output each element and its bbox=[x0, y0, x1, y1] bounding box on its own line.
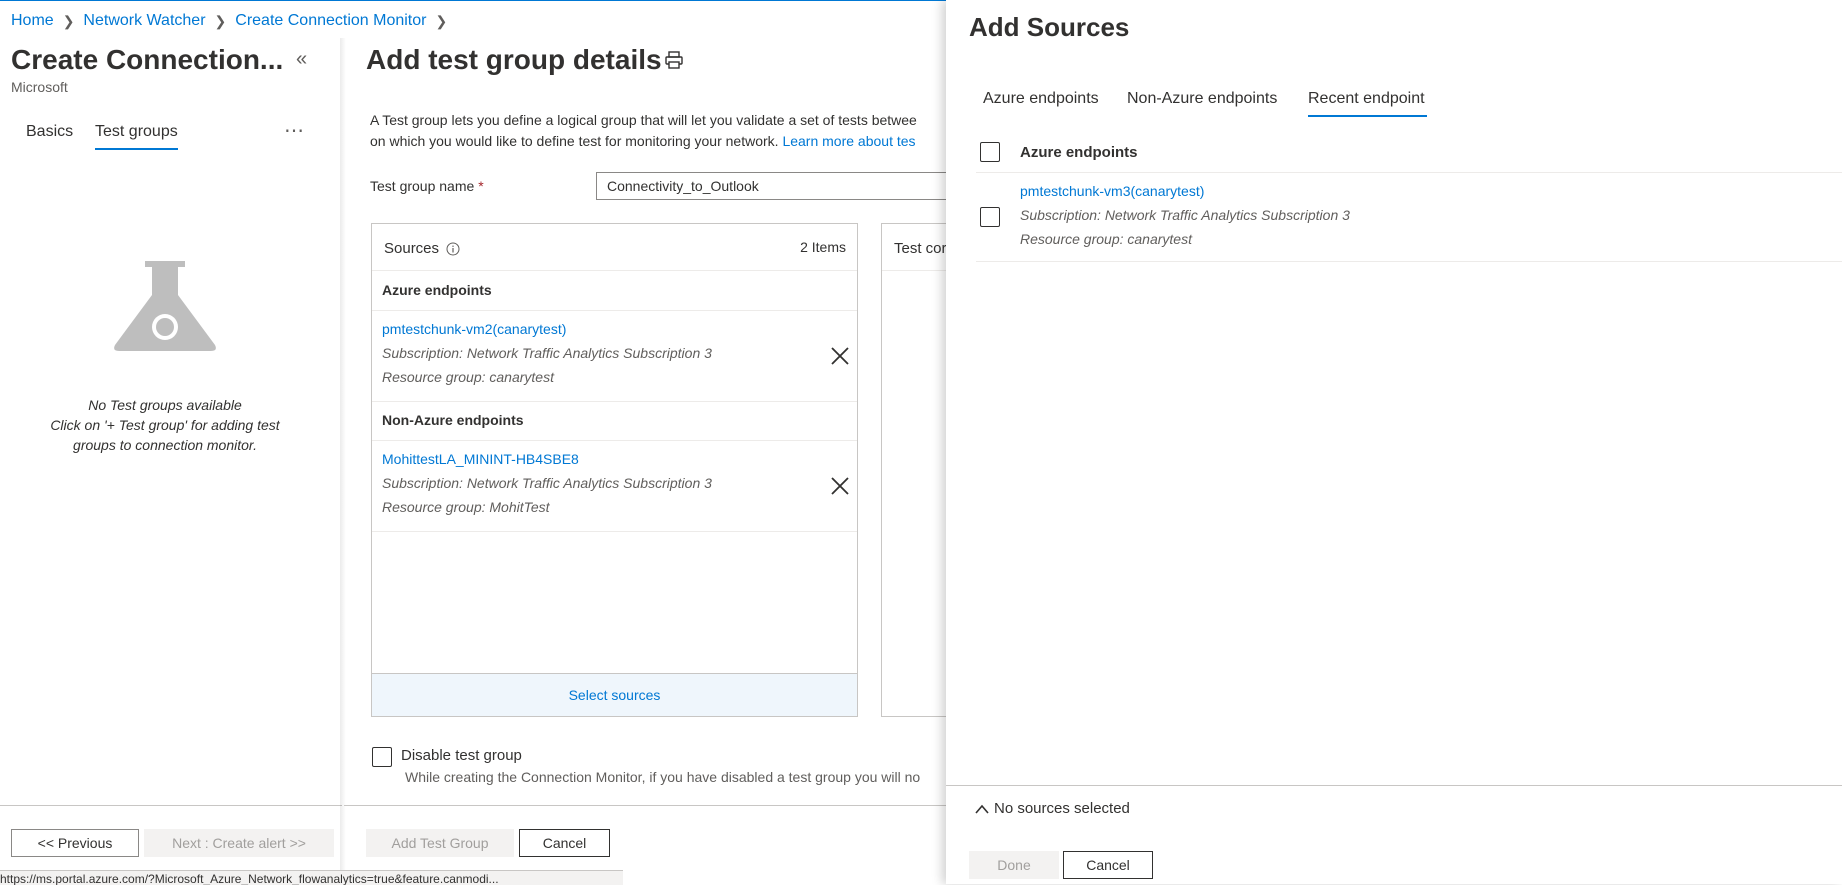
learn-more-link[interactable]: Learn more about tes bbox=[782, 133, 915, 149]
source-name-link[interactable]: pmtestchunk-vm2(canarytest) bbox=[382, 321, 566, 337]
footer-divider bbox=[0, 805, 342, 806]
empty-state-line: No Test groups available bbox=[88, 397, 242, 413]
status-bar-url: https://ms.portal.azure.com/?Microsoft_A… bbox=[0, 870, 623, 885]
breadcrumb-create-connection-monitor[interactable]: Create Connection Monitor bbox=[235, 12, 426, 30]
chevron-right-icon: ❯ bbox=[62, 12, 75, 29]
endpoint-name-link[interactable]: pmtestchunk-vm3(canarytest) bbox=[1020, 183, 1204, 199]
sources-title: Sources bbox=[384, 240, 460, 257]
breadcrumb: Home ❯ Network Watcher ❯ Create Connecti… bbox=[11, 12, 456, 30]
footer-divider bbox=[344, 805, 970, 806]
sources-card: Sources 2 Items Azure endpoints pmtestch… bbox=[371, 223, 858, 717]
description-text: on which you would like to define test f… bbox=[370, 133, 779, 149]
required-marker: * bbox=[478, 178, 484, 194]
cancel-button[interactable]: Cancel bbox=[1063, 851, 1153, 879]
info-icon[interactable] bbox=[446, 242, 460, 256]
page-title: Create Connection... bbox=[11, 44, 284, 75]
test-group-name-label-text: Test group name bbox=[370, 178, 475, 194]
tab-test-groups[interactable]: Test groups bbox=[95, 123, 178, 141]
page-subtitle: Microsoft bbox=[11, 79, 68, 95]
add-test-group-button[interactable]: Add Test Group bbox=[366, 829, 514, 857]
sources-count: 2 Items bbox=[800, 239, 846, 255]
next-create-alert-button[interactable]: Next : Create alert >> bbox=[144, 829, 334, 857]
tab-azure-endpoints[interactable]: Azure endpoints bbox=[983, 90, 1099, 108]
close-icon[interactable] bbox=[829, 345, 851, 367]
more-icon[interactable]: ⋯ bbox=[284, 118, 306, 143]
description-line: A Test group lets you define a logical g… bbox=[370, 112, 917, 128]
select-all-checkbox[interactable] bbox=[980, 142, 1000, 162]
disable-test-group-help: While creating the Connection Monitor, i… bbox=[405, 769, 921, 785]
test-group-name-label: Test group name * bbox=[370, 178, 484, 194]
empty-state-line: Click on '+ Test group' for adding test bbox=[50, 417, 280, 433]
blade-title: Add test group details bbox=[366, 44, 662, 75]
close-icon[interactable] bbox=[829, 475, 851, 497]
breadcrumb-home[interactable]: Home bbox=[11, 12, 54, 30]
source-subscription: Subscription: Network Traffic Analytics … bbox=[382, 345, 712, 361]
sources-card-header: Sources 2 Items bbox=[372, 224, 857, 271]
description-line-2: on which you would like to define test f… bbox=[370, 131, 950, 152]
list-item: pmtestchunk-vm2(canarytest) Subscription… bbox=[372, 310, 857, 402]
disable-test-group-checkbox[interactable] bbox=[372, 747, 392, 767]
item-checkbox[interactable] bbox=[980, 207, 1000, 227]
description: A Test group lets you define a logical g… bbox=[370, 110, 950, 152]
list-item: pmtestchunk-vm3(canarytest) Subscription… bbox=[976, 173, 1842, 262]
done-button[interactable]: Done bbox=[969, 851, 1059, 879]
list-header: Azure endpoints bbox=[976, 142, 1842, 173]
select-sources-button[interactable]: Select sources bbox=[372, 673, 857, 716]
chevron-up-icon bbox=[975, 804, 989, 814]
previous-button[interactable]: << Previous bbox=[11, 829, 139, 857]
empty-state-line: groups to connection monitor. bbox=[73, 437, 257, 453]
active-tab-indicator bbox=[1308, 115, 1427, 117]
breadcrumb-network-watcher[interactable]: Network Watcher bbox=[83, 12, 205, 30]
endpoint-resource-group: Resource group: canarytest bbox=[1020, 231, 1192, 247]
chevron-right-icon: ❯ bbox=[435, 12, 448, 29]
add-sources-panel: Add Sources Azure endpoints Non-Azure en… bbox=[946, 0, 1842, 884]
test-configurations-title: Test cor bbox=[894, 240, 947, 257]
tab-basics[interactable]: Basics bbox=[26, 123, 73, 141]
test-group-name-input[interactable] bbox=[596, 172, 976, 200]
flask-icon bbox=[114, 261, 216, 351]
source-resource-group: Resource group: MohitTest bbox=[382, 499, 550, 515]
footer-divider bbox=[946, 785, 1842, 786]
source-subscription: Subscription: Network Traffic Analytics … bbox=[382, 475, 712, 491]
empty-state: No Test groups available Click on '+ Tes… bbox=[30, 395, 300, 455]
tab-recent-endpoint[interactable]: Recent endpoint bbox=[1308, 90, 1425, 108]
active-tab-indicator bbox=[95, 148, 178, 150]
selection-summary-text: No sources selected bbox=[994, 800, 1130, 817]
selection-summary-toggle[interactable]: No sources selected bbox=[974, 800, 1130, 817]
tab-non-azure-endpoints[interactable]: Non-Azure endpoints bbox=[1127, 90, 1277, 108]
source-name-link[interactable]: MohittestLA_MININT-HB4SBE8 bbox=[382, 451, 579, 467]
disable-test-group-label: Disable test group bbox=[401, 747, 522, 764]
panel-title: Add Sources bbox=[969, 12, 1130, 42]
endpoint-subscription: Subscription: Network Traffic Analytics … bbox=[1020, 207, 1350, 223]
blade-separator bbox=[340, 38, 346, 884]
collapse-icon[interactable]: « bbox=[296, 48, 307, 71]
list-item: MohittestLA_MININT-HB4SBE8 Subscription:… bbox=[372, 440, 857, 532]
group-heading-azure: Azure endpoints bbox=[382, 282, 492, 298]
chevron-right-icon: ❯ bbox=[214, 12, 227, 29]
cancel-button[interactable]: Cancel bbox=[519, 829, 610, 857]
print-icon[interactable] bbox=[664, 50, 684, 70]
source-resource-group: Resource group: canarytest bbox=[382, 369, 554, 385]
list-header-label: Azure endpoints bbox=[1020, 144, 1138, 161]
sources-title-text: Sources bbox=[384, 240, 440, 257]
group-heading-non-azure: Non-Azure endpoints bbox=[382, 412, 524, 428]
